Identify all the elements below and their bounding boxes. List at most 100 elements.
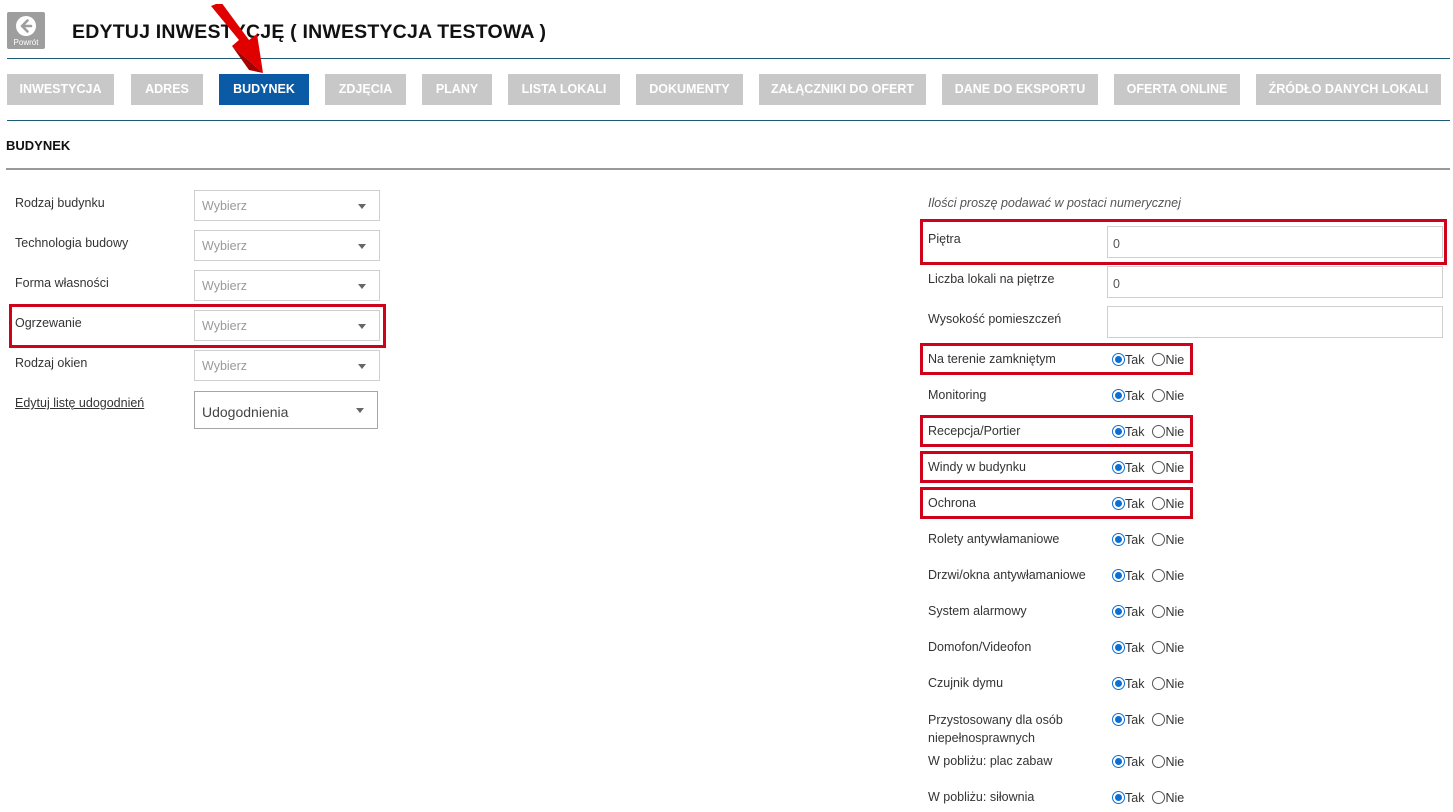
select-technologia-budowy[interactable]: Wybierz	[194, 230, 380, 261]
radio-option-no[interactable]: Nie	[1152, 791, 1184, 805]
radio-yes[interactable]	[1112, 389, 1125, 402]
radio-option-yes[interactable]: Tak	[1112, 497, 1144, 511]
radio-no[interactable]	[1152, 569, 1166, 582]
radio-no-label: Nie	[1165, 791, 1185, 805]
tab-zdjecia[interactable]: ZDJĘCIA	[325, 74, 406, 105]
radio-no[interactable]	[1152, 605, 1166, 618]
numeric-hint: Ilości proszę podawać w postaci numerycz…	[928, 196, 1181, 210]
tab-dokumenty[interactable]: DOKUMENTY	[636, 74, 743, 105]
radio-label: W pobliżu: plac zabaw	[928, 754, 1053, 768]
radio-option-no[interactable]: Nie	[1152, 569, 1184, 583]
label-pietra: Piętra	[928, 232, 961, 246]
radio-option-no[interactable]: Nie	[1152, 605, 1184, 619]
radio-yes[interactable]	[1112, 641, 1125, 654]
radio-yes[interactable]	[1112, 677, 1125, 690]
radio-yes[interactable]	[1112, 569, 1125, 582]
radio-no[interactable]	[1152, 389, 1166, 402]
radio-yes[interactable]	[1112, 713, 1125, 726]
select-rodzaj-budynku[interactable]: Wybierz	[194, 190, 380, 221]
radio-no[interactable]	[1152, 755, 1166, 768]
radio-no-label: Nie	[1165, 641, 1185, 655]
radio-no[interactable]	[1152, 533, 1166, 546]
radio-group: Tak Nie	[1112, 533, 1184, 549]
select-value: Wybierz	[202, 319, 248, 333]
radio-yes[interactable]	[1112, 533, 1125, 546]
tab-zalaczniki[interactable]: ZAŁĄCZNIKI DO OFERT	[759, 74, 926, 105]
radio-option-yes[interactable]: Tak	[1112, 677, 1144, 691]
radio-label: Drzwi/okna antywłamaniowe	[928, 568, 1086, 582]
section-title: BUDYNEK	[6, 138, 71, 153]
radio-option-yes[interactable]: Tak	[1112, 755, 1144, 769]
select-forma-wlasnosci[interactable]: Wybierz	[194, 270, 380, 301]
radio-option-yes[interactable]: Tak	[1112, 641, 1144, 655]
tab-inwestycja[interactable]: INWESTYCJA	[7, 74, 114, 105]
select-ogrzewanie[interactable]: Wybierz	[194, 310, 380, 341]
radio-option-yes[interactable]: Tak	[1112, 605, 1144, 619]
radio-option-no[interactable]: Nie	[1152, 497, 1184, 511]
chevron-down-icon	[358, 324, 366, 329]
input-liczba-lokali[interactable]: 0	[1107, 266, 1443, 298]
radio-option-yes[interactable]: Tak	[1112, 791, 1144, 805]
page-title: EDYTUJ INWESTYCJĘ ( INWESTYCJA TESTOWA )	[72, 21, 547, 43]
red-arrow-icon	[211, 4, 263, 73]
back-arrow-icon	[16, 16, 36, 36]
radio-option-yes[interactable]: Tak	[1112, 353, 1144, 367]
radio-no[interactable]	[1152, 713, 1166, 726]
radio-no-label: Nie	[1165, 713, 1185, 727]
radio-option-yes[interactable]: Tak	[1112, 533, 1144, 547]
radio-group: Tak Nie	[1112, 497, 1184, 513]
radio-option-no[interactable]: Nie	[1152, 713, 1184, 727]
radio-no[interactable]	[1152, 353, 1166, 366]
radio-yes-label: Tak	[1125, 713, 1145, 727]
radio-no[interactable]	[1152, 425, 1166, 438]
radio-yes[interactable]	[1112, 755, 1125, 768]
radio-yes[interactable]	[1112, 353, 1125, 366]
radio-option-yes[interactable]: Tak	[1112, 713, 1144, 727]
radio-option-yes[interactable]: Tak	[1112, 461, 1144, 475]
radio-no-label: Nie	[1165, 569, 1185, 583]
back-button[interactable]: Powrót	[7, 12, 45, 49]
radio-label: Monitoring	[928, 388, 987, 402]
radio-option-yes[interactable]: Tak	[1112, 389, 1144, 403]
label-liczba-lokali: Liczba lokali na piętrze	[928, 272, 1055, 286]
radio-yes[interactable]	[1112, 497, 1125, 510]
radio-no[interactable]	[1152, 641, 1166, 654]
radio-option-no[interactable]: Nie	[1152, 755, 1184, 769]
radio-no-label: Nie	[1165, 461, 1185, 475]
tab-oferta-online[interactable]: OFERTA ONLINE	[1114, 74, 1240, 105]
radio-no[interactable]	[1152, 677, 1166, 690]
radio-yes[interactable]	[1112, 791, 1125, 804]
radio-yes[interactable]	[1112, 461, 1125, 474]
radio-option-no[interactable]: Nie	[1152, 641, 1184, 655]
tab-adres[interactable]: ADRES	[131, 74, 203, 105]
radio-label: Na terenie zamkniętym	[928, 352, 1056, 366]
back-label: Powrót	[13, 38, 39, 47]
select-udogodnienia[interactable]: Udogodnienia	[194, 391, 378, 429]
radio-yes-label: Tak	[1125, 569, 1145, 583]
input-pietra[interactable]: 0	[1107, 226, 1443, 258]
radio-no-label: Nie	[1165, 533, 1185, 547]
radio-yes[interactable]	[1112, 605, 1125, 618]
radio-no-label: Nie	[1165, 389, 1185, 403]
radio-yes[interactable]	[1112, 425, 1125, 438]
radio-no[interactable]	[1152, 497, 1166, 510]
radio-option-no[interactable]: Nie	[1152, 389, 1184, 403]
radio-yes-label: Tak	[1125, 389, 1145, 403]
radio-option-yes[interactable]: Tak	[1112, 569, 1144, 583]
radio-option-no[interactable]: Nie	[1152, 425, 1184, 439]
radio-no[interactable]	[1152, 791, 1166, 804]
radio-option-yes[interactable]: Tak	[1112, 425, 1144, 439]
tab-dane-do-eksportu[interactable]: DANE DO EKSPORTU	[942, 74, 1098, 105]
select-rodzaj-okien[interactable]: Wybierz	[194, 350, 380, 381]
tab-lista-lokali[interactable]: LISTA LOKALI	[508, 74, 620, 105]
tab-plany[interactable]: PLANY	[422, 74, 492, 105]
radio-option-no[interactable]: Nie	[1152, 353, 1184, 367]
radio-option-no[interactable]: Nie	[1152, 461, 1184, 475]
tab-zrodlo-danych[interactable]: ŹRÓDŁO DANYCH LOKALI	[1256, 74, 1441, 105]
input-wysokosc[interactable]	[1107, 306, 1443, 338]
radio-no-label: Nie	[1165, 353, 1185, 367]
radio-option-no[interactable]: Nie	[1152, 533, 1184, 547]
edit-amenities-link[interactable]: Edytuj listę udogodnień	[15, 396, 144, 410]
radio-no[interactable]	[1152, 461, 1166, 474]
radio-option-no[interactable]: Nie	[1152, 677, 1184, 691]
